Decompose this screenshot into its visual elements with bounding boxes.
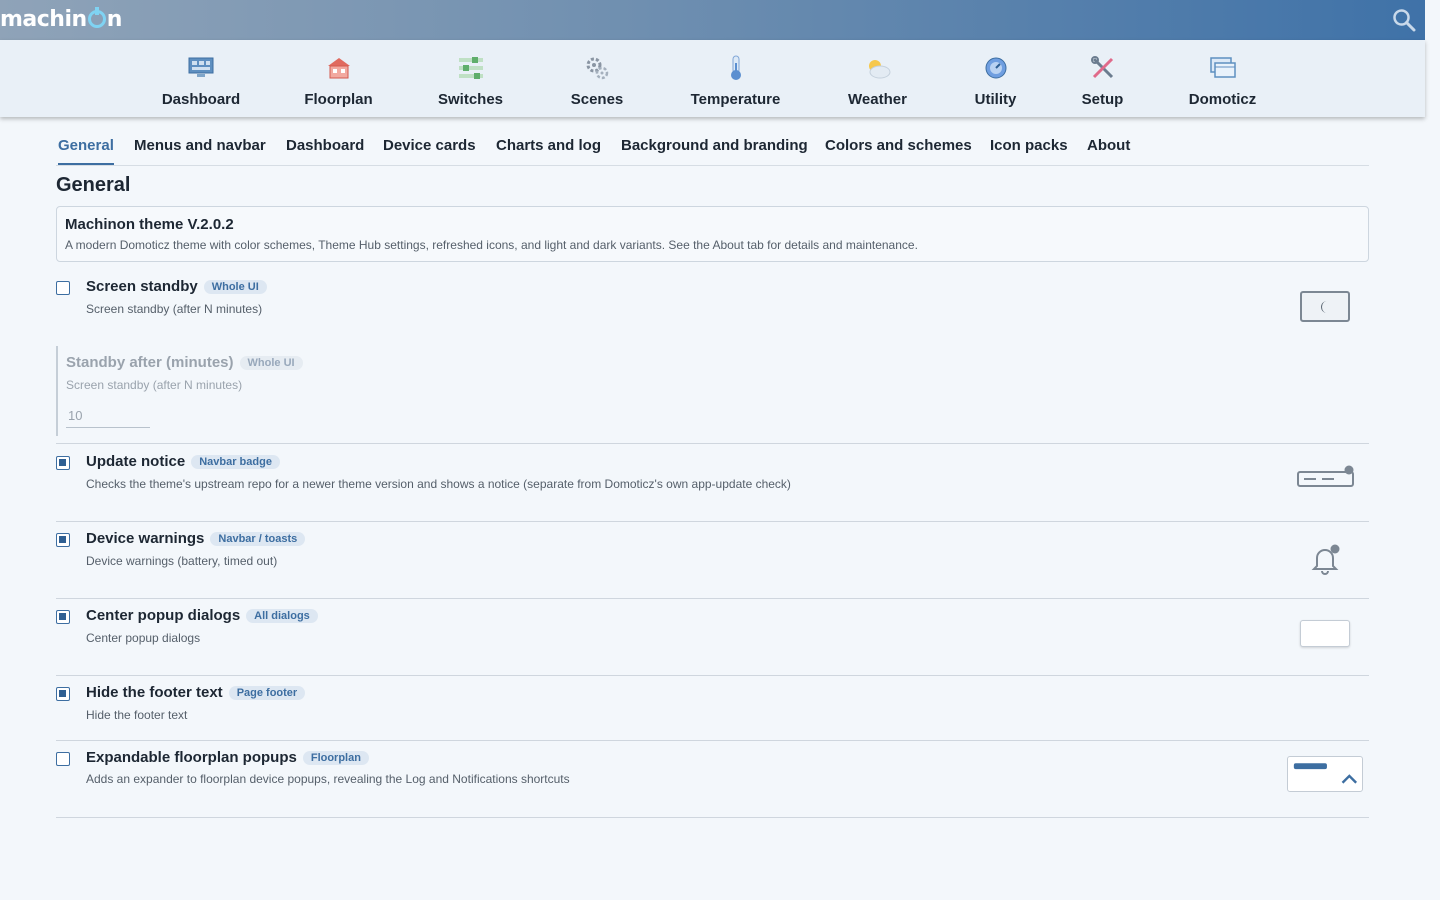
option-hide-footer: Hide the footer text Page footer Hide the…: [56, 684, 1369, 741]
temperature-icon: [723, 55, 749, 81]
main-navbar: Dashboard Floorplan Switches Scenes Temp…: [0, 40, 1425, 117]
tab-about[interactable]: About: [1087, 136, 1130, 165]
option-title: Hide the footer text Page footer: [86, 684, 306, 701]
nav-label: Utility: [974, 91, 1017, 108]
center-popups-checkbox[interactable]: [56, 610, 70, 624]
device-warnings-checkbox[interactable]: [56, 533, 70, 547]
option-title: Update notice Navbar badge: [86, 453, 280, 470]
update-notice-preview: [1296, 463, 1356, 489]
option-screen-standby: Screen standby Whole UI Screen standby (a…: [56, 278, 1369, 340]
option-standby-after: Standby after (minutes) Whole UI Screen s…: [56, 346, 356, 436]
domoticz-icon: [1209, 55, 1236, 81]
option-title: Device warnings Navbar / toasts: [86, 530, 306, 547]
nav-label: Weather: [848, 91, 907, 108]
search-icon[interactable]: [1392, 8, 1416, 32]
moon-icon: [1321, 300, 1327, 313]
option-device-warnings: Device warnings Navbar / toasts Device wa…: [56, 530, 1369, 599]
option-title: Screen standby Whole UI: [86, 278, 267, 295]
tab-colors-and-schemes[interactable]: Colors and schemes: [825, 136, 972, 165]
nav-label: Setup: [1081, 91, 1124, 108]
scope-badge: Floorplan: [302, 751, 369, 765]
screen-standby-checkbox[interactable]: [56, 281, 70, 295]
dashboard-icon: [188, 55, 214, 81]
divider: [56, 443, 1369, 444]
bell-icon: [1311, 544, 1340, 575]
nav-item-floorplan[interactable]: Floorplan: [304, 40, 373, 117]
scope-badge: Navbar / toasts: [210, 532, 306, 546]
nav-label: Temperature: [690, 91, 781, 108]
update-notice-checkbox[interactable]: [56, 456, 70, 470]
option-description: Screen standby (after N minutes): [66, 378, 243, 392]
nav-label: Scenes: [570, 91, 624, 108]
scope-badge: All dialogs: [246, 609, 318, 623]
tab-general[interactable]: General: [58, 136, 114, 165]
option-title: Expandable floorplan popups Floorplan: [86, 749, 369, 766]
option-title: Standby after (minutes) Whole UI: [66, 354, 303, 371]
scenes-icon: [584, 55, 610, 81]
settings-tabs: General Menus and navbar Dashboard Devic…: [56, 136, 1369, 166]
floorplan-expander-preview: [1287, 756, 1363, 792]
option-description: Adds an expander to floorplan device pop…: [86, 772, 570, 786]
nav-item-setup[interactable]: Setup: [1081, 40, 1124, 117]
scope-badge: Whole UI: [203, 280, 267, 294]
device-warnings-preview: [1308, 542, 1342, 576]
top-bar: machin n: [0, 0, 1425, 40]
option-description: Screen standby (after N minutes): [86, 302, 263, 316]
utility-icon: [983, 55, 1009, 81]
nav-item-switches[interactable]: Switches: [437, 40, 504, 117]
nav-item-utility[interactable]: Utility: [974, 40, 1017, 117]
standby-minutes-input[interactable]: [66, 404, 150, 428]
standby-preview: [1300, 291, 1350, 322]
page-title: General: [56, 174, 131, 196]
tab-charts-and-log[interactable]: Charts and log: [496, 136, 601, 165]
scope-badge: Whole UI: [239, 356, 303, 370]
tab-icon-packs[interactable]: Icon packs: [990, 136, 1068, 165]
option-description: Checks the theme's upstream repo for a n…: [86, 477, 791, 491]
option-expandable-floorplan: Expandable floorplan popups Floorplan Add…: [56, 749, 1369, 818]
expander-chevron-icon: [1293, 763, 1358, 784]
nav-item-scenes[interactable]: Scenes: [570, 40, 624, 117]
scope-badge: Page footer: [228, 686, 306, 700]
setup-icon: [1090, 55, 1116, 81]
nav-item-domoticz[interactable]: Domoticz: [1189, 40, 1256, 117]
tab-device-cards[interactable]: Device cards: [383, 136, 476, 165]
theme-info-box: Machinon theme V.2.0.2 A modern Domoticz…: [56, 206, 1369, 262]
navbar-badge-icon: [1297, 465, 1354, 487]
option-title: Center popup dialogs All dialogs: [86, 607, 318, 624]
option-center-popups: Center popup dialogs All dialogs Center p…: [56, 607, 1369, 676]
option-update-notice: Update notice Navbar badge Checks the the…: [56, 453, 1369, 522]
tab-background-and-branding[interactable]: Background and branding: [621, 136, 808, 165]
option-description: Device warnings (battery, timed out): [86, 554, 278, 568]
theme-version-title: Machinon theme V.2.0.2: [65, 216, 234, 233]
option-description: Hide the footer text: [86, 708, 188, 722]
nav-item-weather[interactable]: Weather: [847, 40, 908, 117]
theme-description: A modern Domoticz theme with color schem…: [65, 238, 918, 252]
expandable-floorplan-checkbox[interactable]: [56, 752, 70, 766]
nav-item-dashboard[interactable]: Dashboard: [162, 40, 240, 117]
machinon-logo[interactable]: machin n: [0, 6, 122, 34]
scope-badge: Navbar badge: [191, 455, 280, 469]
switches-icon: [458, 55, 484, 81]
option-description: Center popup dialogs: [86, 631, 201, 645]
hide-footer-checkbox[interactable]: [56, 687, 70, 701]
nav-label: Dashboard: [161, 91, 241, 108]
nav-item-temperature[interactable]: Temperature: [689, 40, 782, 117]
nav-label: Domoticz: [1188, 91, 1257, 108]
weather-icon: [865, 55, 891, 81]
tab-menus-and-navbar[interactable]: Menus and navbar: [134, 136, 266, 165]
center-popup-preview: [1300, 620, 1350, 647]
floorplan-icon: [326, 55, 352, 81]
tab-dashboard[interactable]: Dashboard: [286, 136, 364, 165]
nav-label: Floorplan: [304, 91, 373, 108]
nav-label: Switches: [437, 91, 504, 108]
